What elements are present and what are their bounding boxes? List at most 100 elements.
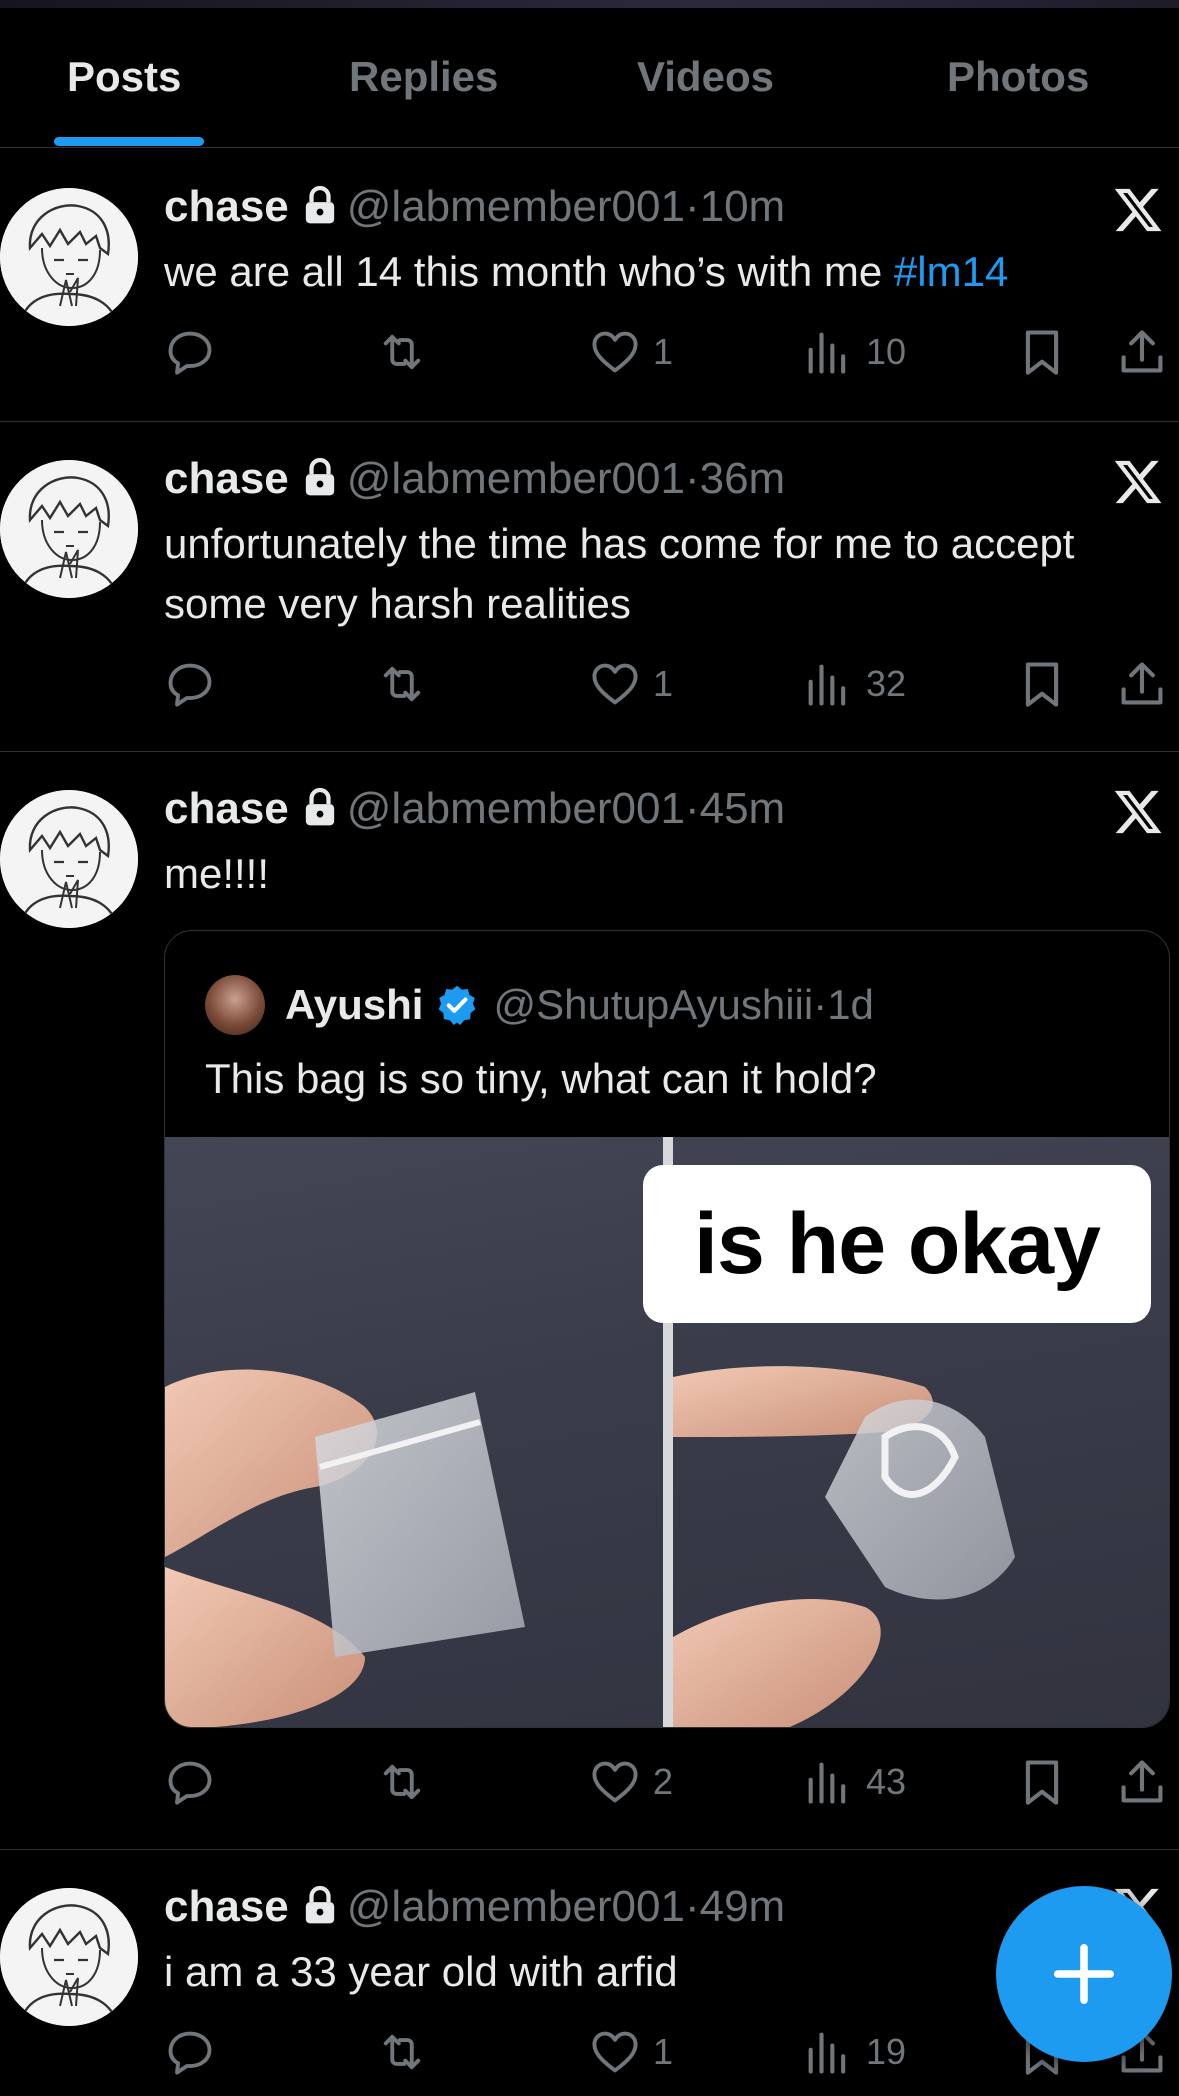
views-icon [802,2026,854,2078]
bookmark-icon [1016,1756,1068,1808]
post-text: we are all 14 this month who’s with me #… [164,242,1124,302]
post-text: unfortunately the time has come for me t… [164,520,1075,627]
views-button[interactable]: 19 [802,2024,906,2080]
post-header: chase @labmember001·36m [164,454,785,504]
reply-button[interactable] [164,2024,228,2080]
profile-tabs: Posts Replies Videos Photos [0,8,1179,148]
status-strip [0,0,1179,8]
heart-icon [589,326,641,378]
views-button[interactable]: 43 [802,1754,906,1810]
author-name[interactable]: chase [164,1882,289,1931]
post-text: i am a 33 year old with arfid [164,1948,678,1995]
like-button[interactable]: 1 [589,656,673,712]
avatar[interactable] [0,188,138,326]
views-icon [802,326,854,378]
reply-button[interactable] [164,324,228,380]
quoted-media-image[interactable]: is he okay [165,1137,1169,1727]
share-button[interactable] [1116,1754,1168,1810]
like-count: 1 [653,2031,674,2072]
active-tab-indicator [54,137,204,146]
post-text: me!!!! [164,850,270,897]
like-count: 1 [653,663,674,704]
author-handle[interactable]: @labmember001 [347,454,685,503]
avatar[interactable] [0,790,138,928]
views-button[interactable]: 10 [802,324,906,380]
separator: · [684,784,700,833]
repost-button[interactable] [376,2024,440,2080]
avatar[interactable] [0,460,138,598]
quoted-avatar[interactable] [205,975,265,1035]
reply-icon [164,658,216,710]
bookmark-button[interactable] [1016,1754,1068,1810]
lock-icon [303,1885,337,1925]
post-header: chase @labmember001·10m [164,182,785,232]
tab-photos[interactable]: Photos [947,53,1089,101]
repost-button[interactable] [376,324,440,380]
repost-icon [376,326,428,378]
like-button[interactable]: 1 [589,2024,673,2080]
heart-icon [589,658,641,710]
tab-replies[interactable]: Replies [349,53,498,101]
post-actions: 1 19 [164,2024,1164,2080]
post-actions: 2 43 [164,1754,1164,1810]
share-button[interactable] [1116,656,1168,712]
views-button[interactable]: 32 [802,656,906,712]
like-button[interactable]: 1 [589,324,673,380]
verified-badge-icon [435,983,479,1027]
media-caption: is he okay [643,1165,1151,1323]
post-1[interactable]: chase @labmember001·10m we are all 14 thi… [0,150,1179,422]
author-handle[interactable]: @labmember001 [347,1882,685,1931]
avatar[interactable] [0,1888,138,2026]
author-name[interactable]: chase [164,182,289,231]
tab-posts[interactable]: Posts [67,53,181,101]
plus-icon [1049,1939,1119,2009]
post-actions: 1 10 [164,324,1164,380]
bookmark-icon [1016,326,1068,378]
quoted-author-handle[interactable]: @ShutupAyushiii [493,981,813,1028]
post-2[interactable]: chase @labmember001·36m unfortunately the… [0,422,1179,752]
post-3[interactable]: chase @labmember001·45m me!!!! Ayushi @Shu… [0,752,1179,1850]
separator: · [684,182,700,231]
like-count: 1 [653,331,674,372]
x-logo-icon [1112,184,1164,236]
bookmark-button[interactable] [1016,656,1068,712]
reply-button[interactable] [164,1754,228,1810]
post-text-body: we are all 14 this month who’s with me [164,248,894,295]
x-logo-icon [1112,786,1164,838]
like-button[interactable]: 2 [589,1754,673,1810]
reply-button[interactable] [164,656,228,712]
compose-button[interactable] [996,1886,1172,2062]
reply-icon [164,326,216,378]
quoted-post[interactable]: Ayushi @ShutupAyushiii·1d This bag is so … [164,930,1170,1728]
tab-videos[interactable]: Videos [637,53,774,101]
repost-button[interactable] [376,656,440,712]
bookmark-button[interactable] [1016,324,1068,380]
separator: · [813,981,828,1028]
share-icon [1116,1756,1168,1808]
heart-icon [589,2026,641,2078]
post-time[interactable]: 36m [700,454,786,503]
quoted-author-name[interactable]: Ayushi [285,981,423,1028]
lock-icon [303,185,337,225]
repost-icon [376,1756,428,1808]
author-handle[interactable]: @labmember001 [347,784,685,833]
share-button[interactable] [1116,324,1168,380]
hashtag-link[interactable]: #lm14 [894,248,1008,295]
author-name[interactable]: chase [164,784,289,833]
view-count: 43 [866,1761,907,1802]
author-name[interactable]: chase [164,454,289,503]
reply-icon [164,2026,216,2078]
separator: · [684,1882,700,1931]
repost-button[interactable] [376,1754,440,1810]
separator: · [684,454,700,503]
author-handle[interactable]: @labmember001 [347,182,685,231]
post-time[interactable]: 45m [700,784,786,833]
post-time[interactable]: 49m [700,1882,786,1931]
share-icon [1116,326,1168,378]
view-count: 19 [866,2031,907,2072]
post-time[interactable]: 10m [700,182,786,231]
repost-icon [376,2026,428,2078]
reply-icon [164,1756,216,1808]
bookmark-icon [1016,658,1068,710]
share-icon [1116,658,1168,710]
